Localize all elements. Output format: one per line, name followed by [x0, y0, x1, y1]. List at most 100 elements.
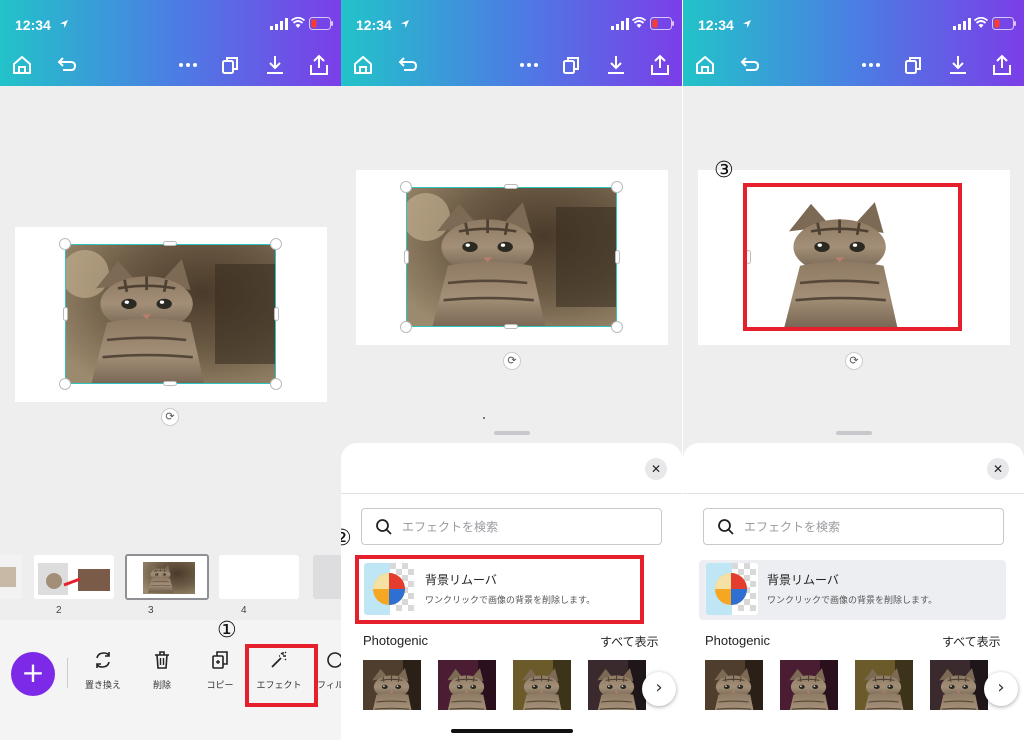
- status-time: 12:34: [356, 17, 392, 33]
- step-marker: ①: [217, 618, 237, 643]
- more-icon[interactable]: [518, 54, 540, 76]
- resize-handle[interactable]: [400, 321, 412, 333]
- effect-thumbnail[interactable]: [780, 660, 838, 710]
- pages-icon[interactable]: [561, 54, 583, 76]
- pages-icon[interactable]: [903, 54, 925, 76]
- editor-toolbar: [341, 48, 682, 82]
- resize-handle[interactable]: [270, 378, 282, 390]
- effect-search-box[interactable]: [703, 508, 1004, 545]
- effect-thumbnail[interactable]: [588, 660, 646, 710]
- close-icon[interactable]: ✕: [645, 458, 667, 480]
- resize-handle[interactable]: [611, 321, 623, 333]
- see-all-link[interactable]: すべて表示: [600, 633, 659, 650]
- effect-search-input[interactable]: [402, 517, 652, 537]
- rotate-icon[interactable]: ⟳: [845, 352, 863, 370]
- bottom-toolbar: + 置き換え 削除 コピー エフェクト フィル: [0, 620, 341, 740]
- resize-handle[interactable]: [270, 238, 282, 250]
- panel-editor-selected: 12:34 ⟳ 2 3 4 + 置き換え 削除 コピー エフェクト フィル ①: [0, 0, 341, 740]
- add-button[interactable]: +: [11, 652, 55, 696]
- copy-icon: [212, 651, 228, 669]
- effect-thumbnail[interactable]: [363, 660, 421, 710]
- replace-button[interactable]: 置き換え: [73, 650, 133, 691]
- rotate-icon[interactable]: ⟳: [503, 352, 521, 370]
- tool-label: 削除: [152, 681, 171, 691]
- next-arrow-icon[interactable]: ›: [984, 672, 1018, 706]
- side-handle[interactable]: [63, 307, 68, 321]
- page-thumbnail[interactable]: [0, 555, 22, 599]
- selection-frame[interactable]: [406, 187, 617, 327]
- home-icon[interactable]: [694, 54, 716, 76]
- side-handle[interactable]: [274, 307, 279, 321]
- page-thumbnail[interactable]: [313, 555, 341, 599]
- wifi-icon: [291, 17, 305, 28]
- page-thumbnail[interactable]: [34, 555, 114, 599]
- undo-icon[interactable]: [738, 54, 760, 76]
- undo-icon[interactable]: [55, 54, 77, 76]
- undo-icon[interactable]: [396, 54, 418, 76]
- effect-thumbnail[interactable]: [855, 660, 913, 710]
- side-handle[interactable]: [504, 184, 518, 189]
- side-handle[interactable]: [615, 250, 620, 264]
- effect-thumbnail[interactable]: [438, 660, 496, 710]
- resize-handle[interactable]: [59, 378, 71, 390]
- more-icon[interactable]: [177, 54, 199, 76]
- sheet-grabber[interactable]: [836, 431, 872, 435]
- search-icon: [376, 519, 392, 535]
- effects-sheet: ✕ 背景リムーバ ワンクリックで画像の背景を削除します。 Photogenic …: [683, 443, 1024, 740]
- sheet-grabber[interactable]: [494, 431, 530, 435]
- background-remover-desc: ワンクリックで画像の背景を削除します。: [767, 596, 938, 606]
- effect-search-box[interactable]: [361, 508, 662, 545]
- status-bar: 12:34: [341, 0, 682, 50]
- highlight-result: [743, 183, 962, 331]
- search-icon: [718, 519, 734, 535]
- rotate-icon[interactable]: ⟳: [161, 408, 179, 426]
- page-strip: 2 3 4: [0, 550, 341, 620]
- status-bar: 12:34: [683, 0, 1024, 50]
- side-handle[interactable]: [163, 381, 177, 386]
- design-canvas[interactable]: [698, 170, 1010, 345]
- resize-handle[interactable]: [611, 181, 623, 193]
- delete-button[interactable]: 削除: [132, 650, 192, 691]
- page-thumbnail[interactable]: [219, 555, 299, 599]
- side-handle[interactable]: [404, 250, 409, 264]
- page-thumbnail-current[interactable]: [125, 554, 209, 600]
- side-handle[interactable]: [504, 324, 518, 329]
- divider: [683, 493, 1024, 494]
- selection-frame[interactable]: [65, 244, 276, 384]
- more-icon[interactable]: [860, 54, 882, 76]
- home-indicator: [451, 729, 573, 733]
- highlight-effects: [245, 644, 318, 707]
- effect-thumbnail[interactable]: [513, 660, 571, 710]
- divider: [67, 658, 68, 688]
- resize-handle[interactable]: [59, 238, 71, 250]
- effect-thumbnail[interactable]: [705, 660, 763, 710]
- home-icon[interactable]: [11, 54, 33, 76]
- close-icon[interactable]: ✕: [987, 458, 1009, 480]
- home-icon[interactable]: [352, 54, 374, 76]
- replace-icon: [96, 652, 110, 668]
- download-icon[interactable]: [605, 54, 627, 76]
- share-icon[interactable]: [649, 54, 671, 76]
- page-number: 4: [241, 605, 247, 616]
- panel-effects-sheet: 12:34 ⟳ ✕ エフェクトを検索 背景リムーバ ワンクリックで画像の背景を削…: [341, 0, 682, 740]
- see-all-link[interactable]: すべて表示: [942, 633, 1001, 650]
- share-icon[interactable]: [308, 54, 330, 76]
- wifi-icon: [974, 17, 988, 28]
- tool-label: フィル: [317, 681, 341, 691]
- section-title: Photogenic: [705, 633, 771, 648]
- share-icon[interactable]: [991, 54, 1013, 76]
- side-handle[interactable]: [163, 241, 177, 246]
- design-canvas[interactable]: [15, 227, 327, 402]
- effect-search-input[interactable]: [744, 517, 994, 537]
- battery-icon: [650, 17, 674, 30]
- pages-icon[interactable]: [220, 54, 242, 76]
- next-arrow-icon[interactable]: ›: [642, 672, 676, 706]
- background-remover-item-active[interactable]: 背景リムーバ ワンクリックで画像の背景を削除します。: [699, 560, 1006, 620]
- download-icon[interactable]: [947, 54, 969, 76]
- design-canvas[interactable]: [356, 170, 668, 345]
- copy-button[interactable]: コピー: [190, 650, 250, 691]
- download-icon[interactable]: [264, 54, 286, 76]
- resize-handle[interactable]: [400, 181, 412, 193]
- app-header: 12:34: [341, 0, 682, 86]
- effect-thumbnail[interactable]: [930, 660, 988, 710]
